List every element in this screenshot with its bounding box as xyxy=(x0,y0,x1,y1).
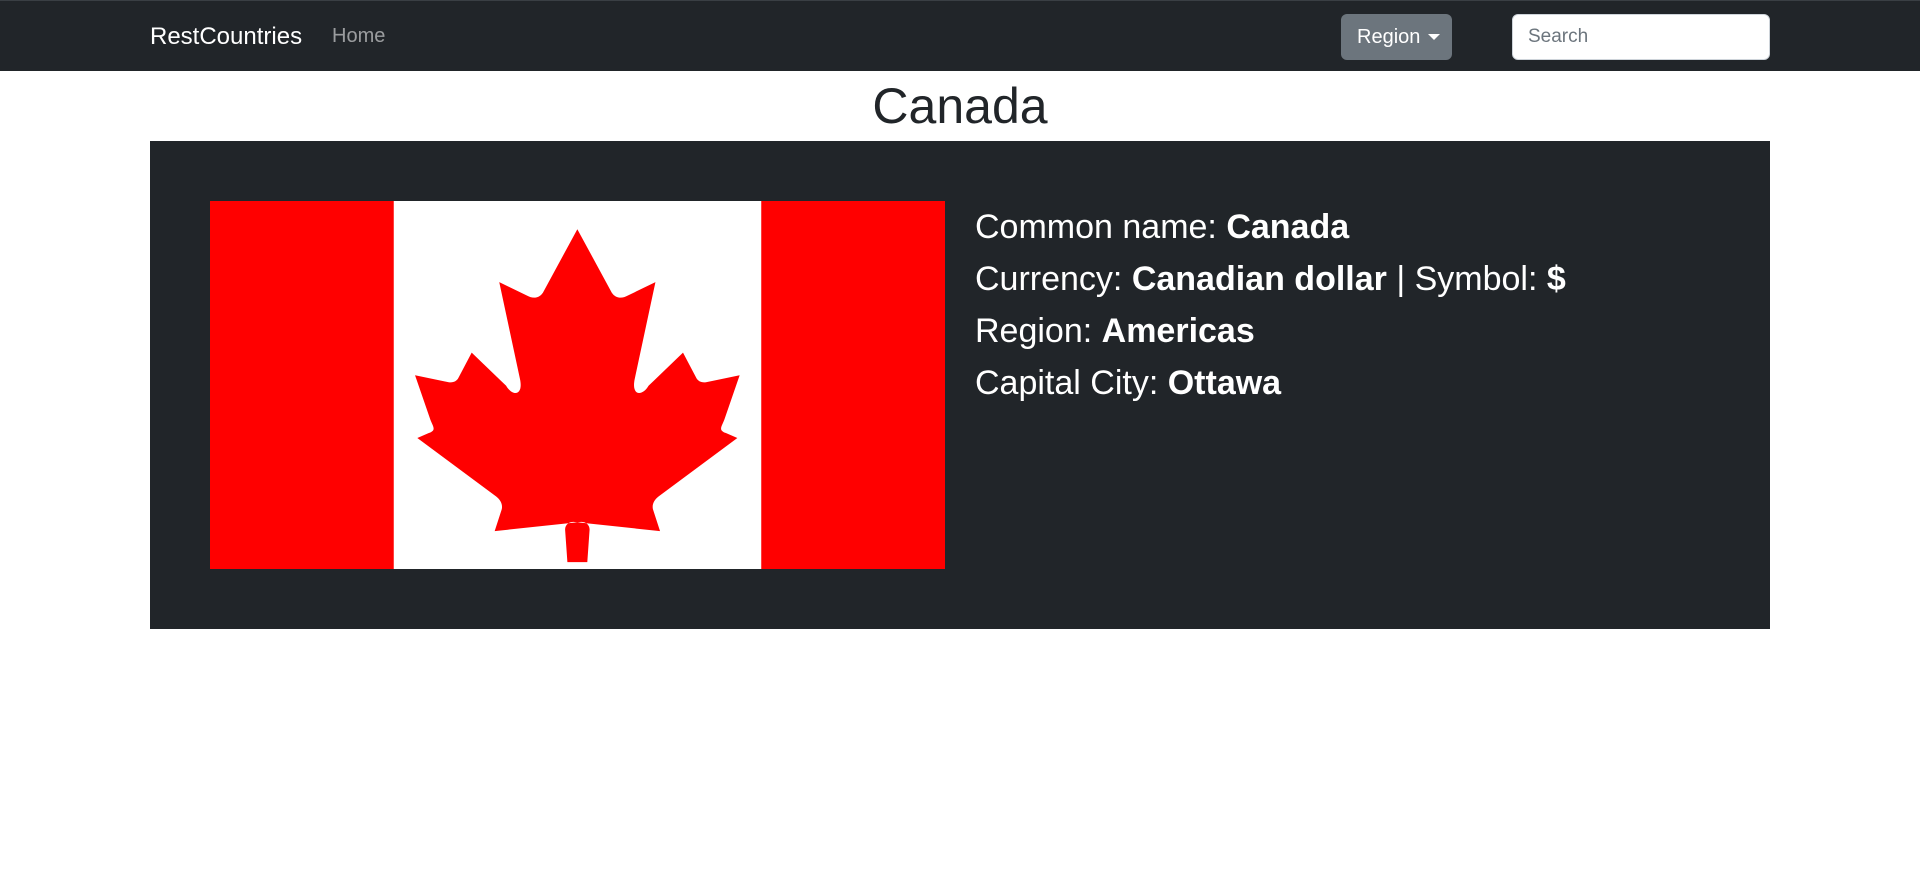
common-name-row: Common name: Canada xyxy=(975,201,1735,253)
capital-label: Capital City: xyxy=(975,364,1168,402)
symbol-label: | Symbol: xyxy=(1386,260,1547,298)
navbar: RestCountries Home Region xyxy=(0,0,1920,71)
search-input[interactable] xyxy=(1512,14,1770,60)
caret-down-icon xyxy=(1428,34,1440,40)
currency-row: Currency: Canadian dollar | Symbol: $ xyxy=(975,253,1735,305)
currency-label: Currency: xyxy=(975,260,1132,298)
country-card: Common name: Canada Currency: Canadian d… xyxy=(150,141,1770,629)
nav-home-link[interactable]: Home xyxy=(332,1,385,72)
currency-value: Canadian dollar xyxy=(1131,260,1387,298)
brand-link[interactable]: RestCountries xyxy=(150,1,302,72)
region-label: Region: xyxy=(975,312,1102,350)
flag-left-band xyxy=(210,201,394,569)
region-dropdown-button[interactable]: Region xyxy=(1341,14,1452,60)
country-info: Common name: Canada Currency: Canadian d… xyxy=(975,201,1735,409)
region-value: Americas xyxy=(1101,312,1255,350)
common-name-label: Common name: xyxy=(975,208,1227,246)
common-name-value: Canada xyxy=(1226,208,1350,246)
flag-right-band xyxy=(761,201,945,569)
canada-flag-image xyxy=(210,201,945,569)
capital-row: Capital City: Ottawa xyxy=(975,357,1735,409)
page-title: Canada xyxy=(872,78,1048,134)
symbol-value: $ xyxy=(1546,260,1566,298)
region-dropdown-label: Region xyxy=(1357,26,1421,48)
region-row: Region: Americas xyxy=(975,305,1735,357)
capital-value: Ottawa xyxy=(1167,364,1282,402)
